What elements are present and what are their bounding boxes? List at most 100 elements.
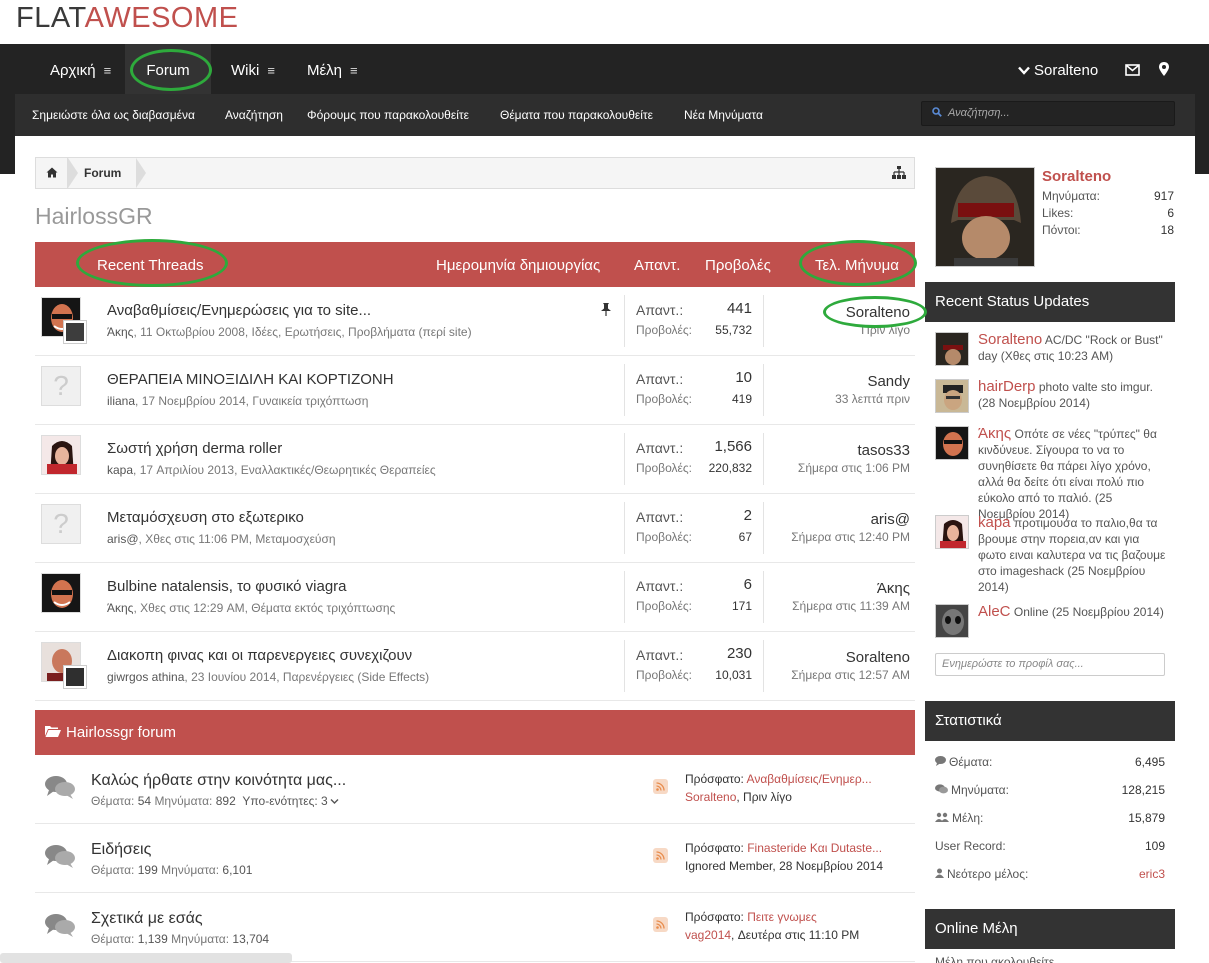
status-time[interactable]: (Χθες στις 10:23 AM) [1001,349,1113,363]
recent-time[interactable]: Πριν λίγο [743,790,792,804]
thread-title[interactable]: Μεταμόσχευση στο εξωτερικο [107,509,304,526]
thread-author[interactable]: iliana [107,394,135,408]
thread-row[interactable]: ? Μεταμόσχευση στο εξωτερικο aris@, Χθες… [35,494,915,563]
last-post-time[interactable]: Σήμερα στις 1:06 PM [798,461,910,475]
avatar[interactable] [41,573,81,613]
map-marker-icon[interactable] [1159,44,1169,94]
status-user[interactable]: Άκης [978,425,1011,442]
thread-forum[interactable]: Ιδέες, Ερωτήσεις, Προβλήματα (περί site) [252,325,472,339]
thread-forum[interactable]: Μεταμοσχεύση [255,532,335,546]
nav-members[interactable]: Μέλη ≡ [307,44,358,94]
thread-row[interactable]: Αναβαθμίσεις/Ενημερώσεις για το site... … [35,287,915,356]
avatar[interactable] [935,604,969,638]
thread-title[interactable]: Διακοπη φινας και οι παρενεργειες συνεχι… [107,647,412,664]
avatar[interactable] [64,666,86,688]
thread-title[interactable]: Bulbine natalensis, το φυσικό viagra [107,578,347,595]
search-input[interactable]: Αναζήτηση... [921,101,1175,126]
recent-thread-link[interactable]: Finasteride Και Dutaste... [747,841,882,855]
sort-views[interactable]: Προβολές [705,257,771,274]
recent-user-link[interactable]: Ignored Member [685,859,772,873]
newest-member-link[interactable]: eric3 [1139,867,1165,881]
sort-replies[interactable]: Απαντ. [634,257,680,274]
sitemap-icon[interactable] [892,166,906,182]
last-post-user[interactable]: Soralteno [846,649,910,666]
avatar[interactable]: ? [41,366,81,406]
thread-row[interactable]: Σωστή χρήση derma roller kapa, 17 Απριλί… [35,425,915,494]
last-post-time[interactable]: 33 λεπτά πριν [835,392,910,406]
thread-forum[interactable]: Θέματα εκτός τριχόπτωσης [251,601,395,615]
thread-row[interactable]: ? ΘΕΡΑΠΕΙΑ ΜΙΝΟΞΙΔΙΛΗ ΚΑΙ ΚΟΡΤΙΖΟΝΗ ilia… [35,356,915,425]
thread-forum[interactable]: Παρενέργειες (Side Effects) [283,670,429,684]
nav-user-menu[interactable]: Soralteno [1018,44,1098,94]
thread-title[interactable]: Αναβαθμίσεις/Ενημερώσεις για το site... [107,302,371,319]
new-posts-link[interactable]: Νέα Μηνύματα [684,108,763,122]
status-user[interactable]: AleC [978,603,1011,620]
forum-row[interactable]: Καλώς ήρθατε στην κοινότητα μας... Θέματ… [35,755,915,824]
thread-row[interactable]: Bulbine natalensis, το φυσικό viagra Άκη… [35,563,915,632]
forum-row[interactable]: Ειδήσεις Θέματα: 199 Μηνύματα: 6,101 Πρό… [35,824,915,893]
recent-time[interactable]: Δευτέρα στις 11:10 PM [738,928,860,942]
avatar[interactable] [935,426,969,460]
status-update-input[interactable]: Ενημερώστε το προφίλ σας... [935,653,1165,676]
avatar[interactable] [935,332,969,366]
thread-author[interactable]: Άκης [107,325,133,339]
watched-forums-link[interactable]: Φόρουμς που παρακολουθείτε [307,108,469,122]
nav-wiki[interactable]: Wiki ≡ [231,44,275,94]
last-post-user[interactable]: Άκης [877,580,910,597]
thread-author[interactable]: kapa [107,463,133,477]
forum-section-header[interactable]: Hairlossgr forum [35,710,915,755]
last-post-user[interactable]: tasos33 [857,442,910,459]
thread-author[interactable]: aris@ [107,532,139,546]
avatar[interactable]: ? [41,504,81,544]
chevron-down-icon[interactable] [328,794,339,808]
rss-icon[interactable] [653,917,668,932]
menu-icon[interactable]: ≡ [350,63,358,78]
sort-created[interactable]: Ημερομηνία δημιουργίας [436,257,600,274]
thread-forum[interactable]: Εναλλακτικές/Θεωρητικές Θεραπείες [241,463,436,477]
status-time[interactable]: (25 Νοεμβρίου 2014) [1052,605,1164,619]
avatar[interactable] [935,379,969,413]
inbox-icon[interactable] [1125,44,1140,94]
thread-title[interactable]: ΘΕΡΑΠΕΙΑ ΜΙΝΟΞΙΔΙΛΗ ΚΑΙ ΚΟΡΤΙΖΟΝΗ [107,371,394,388]
menu-icon[interactable]: ≡ [104,63,112,78]
likes-count[interactable]: 6 [1167,206,1174,220]
recent-user-link[interactable]: vag2014 [685,928,731,942]
avatar[interactable] [935,167,1035,267]
site-logo[interactable]: FLATAWESOME [16,2,239,35]
recent-user-link[interactable]: Soralteno [685,790,736,804]
subforums-label[interactable]: Υπο-ενότητες: [242,794,317,808]
messages-count[interactable]: 917 [1154,189,1174,203]
profile-name[interactable]: Soralteno [1042,168,1111,185]
thread-author[interactable]: Άκης [107,601,133,615]
subforums-count[interactable]: 3 [321,794,328,808]
forum-title[interactable]: Σχετικά με εσάς [91,910,203,928]
rss-icon[interactable] [653,779,668,794]
forum-title[interactable]: Ειδήσεις [91,841,151,859]
avatar[interactable] [935,515,969,549]
status-user[interactable]: Soralteno [978,331,1042,348]
status-time[interactable]: (28 Νοεμβρίου 2014) [978,396,1090,410]
last-post-time[interactable]: Σήμερα στις 12:40 PM [791,530,910,544]
last-post-time[interactable]: Σήμερα στις 11:39 AM [792,599,910,613]
nav-home[interactable]: Αρχική ≡ [50,44,111,94]
breadcrumb-forum[interactable]: Forum [84,158,121,188]
thread-title[interactable]: Σωστή χρήση derma roller [107,440,282,457]
watched-threads-link[interactable]: Θέματα που παρακολουθείτε [500,108,653,122]
recent-thread-link[interactable]: Αναβαθμίσεις/Ενημερ... [747,772,872,786]
horizontal-scrollbar[interactable] [0,953,292,963]
search-link[interactable]: Αναζήτηση [225,108,283,122]
forum-row[interactable]: Σχετικά με εσάς Θέματα: 1,139 Μηνύματα: … [35,893,915,962]
last-post-user[interactable]: Sandy [867,373,910,390]
last-post-time[interactable]: Σήμερα στις 12:57 AM [791,668,910,682]
avatar[interactable] [64,321,86,343]
avatar[interactable] [41,435,81,475]
menu-icon[interactable]: ≡ [267,63,275,78]
recent-thread-link[interactable]: Πειτε γνωμες [747,910,817,924]
rss-icon[interactable] [653,848,668,863]
mark-read-link[interactable]: Σημειώστε όλα ως διαβασμένα [32,108,195,122]
points-count[interactable]: 18 [1161,223,1174,237]
last-post-user[interactable]: aris@ [871,511,910,528]
thread-author[interactable]: giwrgos athina [107,670,184,684]
thread-row[interactable]: Διακοπη φινας και οι παρενεργειες συνεχι… [35,632,915,701]
thread-forum[interactable]: Γυναικεία τριχόπτωση [252,394,368,408]
